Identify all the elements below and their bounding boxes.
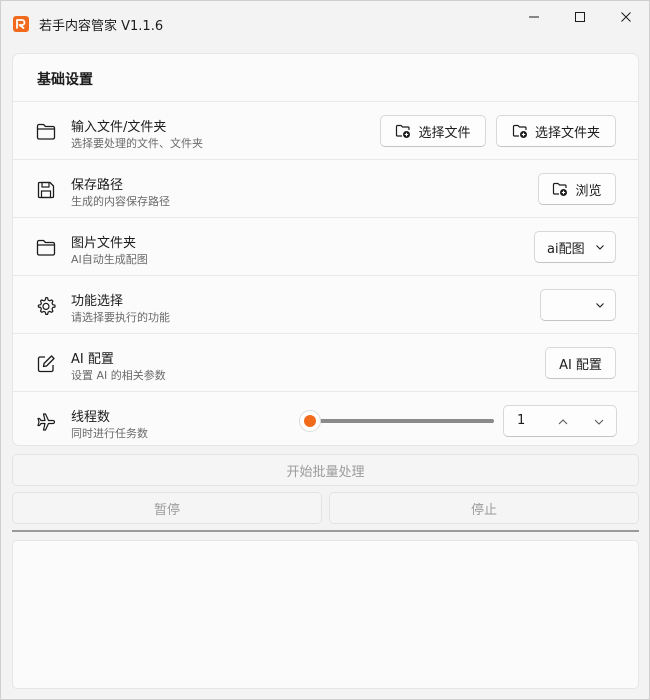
- chevron-down-icon: [596, 303, 604, 308]
- stop-button[interactable]: 停止: [329, 492, 639, 524]
- dropdown-value: ai配图: [547, 241, 585, 257]
- button-label: 开始批量处理: [286, 464, 365, 480]
- app-logo-icon: [13, 16, 29, 32]
- button-label: 选择文件: [418, 125, 471, 141]
- row-subtitle: 设置 AI 的相关参数: [71, 369, 166, 382]
- button-label: 浏览: [575, 183, 602, 199]
- pause-button[interactable]: 暂停: [12, 492, 322, 524]
- setting-row-input: 输入文件/文件夹 选择要处理的文件、文件夹 选择文件 选择文件夹: [13, 101, 638, 159]
- divider: [12, 530, 639, 532]
- spin-up-button[interactable]: [552, 411, 574, 433]
- setting-row-save-path: 保存路径 生成的内容保存路径 浏览: [13, 159, 638, 217]
- select-folder-button[interactable]: 选择文件夹: [496, 115, 616, 147]
- setting-row-function: 功能选择 请选择要执行的功能: [13, 275, 638, 333]
- airplane-icon: [35, 411, 57, 433]
- chevron-up-icon: [558, 419, 568, 425]
- basic-settings-card: 基础设置 输入文件/文件夹 选择要处理的文件、文件夹 选择文件 选择文件夹 保存…: [12, 53, 639, 446]
- edit-icon: [35, 353, 57, 375]
- row-title: 输入文件/文件夹: [71, 120, 167, 135]
- chevron-down-icon: [594, 419, 604, 425]
- gear-icon: [35, 295, 57, 317]
- thread-slider-track[interactable]: [310, 419, 494, 423]
- image-source-dropdown[interactable]: ai配图: [534, 231, 616, 263]
- row-subtitle: 同时进行任务数: [71, 427, 148, 440]
- button-label: 停止: [470, 502, 497, 518]
- row-title: AI 配置: [71, 352, 114, 367]
- folder-add-icon: [553, 182, 568, 196]
- row-title: 图片文件夹: [71, 236, 137, 251]
- folder-add-icon: [396, 124, 411, 138]
- setting-row-ai-config: AI 配置 设置 AI 的相关参数 AI 配置: [13, 333, 638, 391]
- row-subtitle: 生成的内容保存路径: [71, 195, 170, 208]
- minimize-icon: [529, 16, 539, 18]
- maximize-icon: [575, 12, 585, 22]
- row-subtitle: 请选择要执行的功能: [71, 311, 170, 324]
- log-output-area[interactable]: [12, 540, 639, 689]
- button-label: AI 配置: [559, 357, 602, 373]
- function-dropdown[interactable]: [540, 289, 616, 321]
- minimize-button[interactable]: [511, 1, 557, 33]
- spin-down-button[interactable]: [588, 411, 610, 433]
- setting-row-image-folder: 图片文件夹 AI自动生成配图 ai配图: [13, 217, 638, 275]
- button-label: 暂停: [153, 502, 180, 518]
- select-file-button[interactable]: 选择文件: [380, 115, 486, 147]
- window-title: 若手内容管家 V1.1.6: [39, 19, 164, 34]
- close-icon: [621, 12, 631, 22]
- spinbox-value[interactable]: 1: [517, 413, 525, 428]
- thread-spinbox[interactable]: 1: [503, 405, 617, 437]
- row-subtitle: AI自动生成配图: [71, 253, 148, 266]
- folder-icon: [35, 237, 57, 259]
- app-window: 若手内容管家 V1.1.6 基础设置 输入文件/文件夹 选择要处理的文件、文件夹…: [0, 0, 650, 700]
- row-title: 线程数: [71, 410, 111, 425]
- title-bar[interactable]: 若手内容管家 V1.1.6: [1, 1, 649, 45]
- maximize-button[interactable]: [557, 1, 603, 33]
- thread-slider-thumb[interactable]: [299, 410, 321, 432]
- folder-add-icon: [512, 124, 527, 138]
- row-subtitle: 选择要处理的文件、文件夹: [71, 137, 203, 150]
- row-title: 保存路径: [71, 178, 124, 193]
- button-label: 选择文件夹: [534, 125, 600, 141]
- settings-heading: 基础设置: [37, 72, 93, 88]
- browse-button[interactable]: 浏览: [538, 173, 616, 205]
- close-button[interactable]: [603, 1, 649, 33]
- chevron-down-icon: [596, 245, 604, 250]
- setting-row-threads: 线程数 同时进行任务数 1: [13, 391, 638, 449]
- start-batch-button[interactable]: 开始批量处理: [12, 454, 639, 486]
- row-title: 功能选择: [71, 294, 124, 309]
- folder-icon: [35, 121, 57, 143]
- ai-config-button[interactable]: AI 配置: [545, 347, 616, 379]
- save-icon: [35, 179, 57, 201]
